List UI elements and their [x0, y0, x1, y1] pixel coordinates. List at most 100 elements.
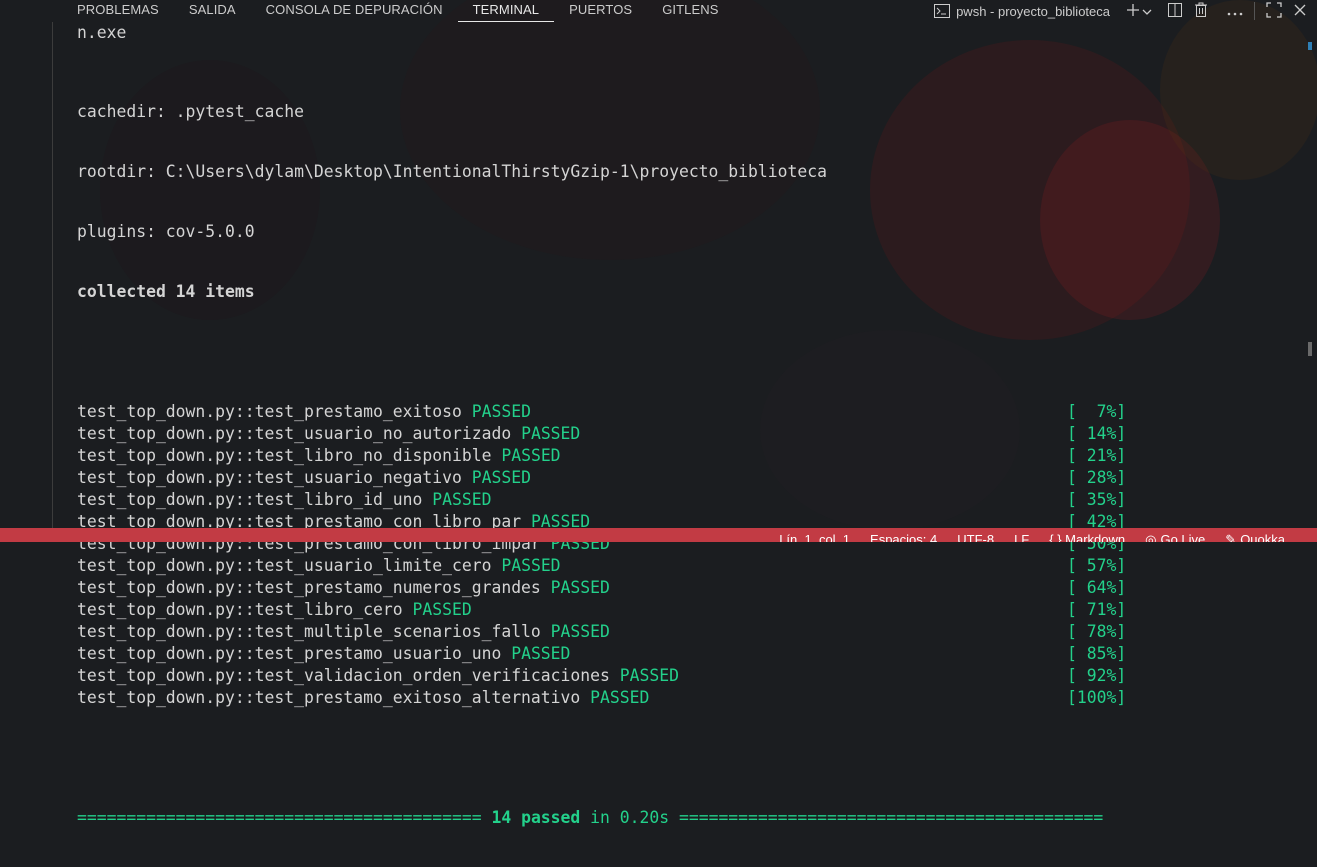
test-status: PASSED [550, 622, 610, 641]
collected-line: collected 14 items [77, 282, 255, 301]
more-actions-button[interactable] [1222, 0, 1248, 22]
test-result-row: test_top_down.py::test_validacion_orden_… [77, 665, 1126, 687]
test-status: PASSED [501, 446, 561, 465]
status-indentation[interactable]: Espacios: 4 [870, 529, 937, 542]
go-live-label: Go Live [1160, 532, 1206, 542]
quokka-label: Quokka [1240, 532, 1285, 542]
test-result-row: test_top_down.py::test_multiple_scenario… [77, 621, 1126, 643]
test-progress-percent: [ 28%] [1067, 468, 1127, 487]
terminal-output: n.exe cachedir: .pytest_cache rootdir: C… [77, 23, 1126, 867]
test-status: PASSED [471, 468, 531, 487]
status-language[interactable]: { } Markdown [1049, 529, 1125, 542]
test-name: test_top_down.py::test_prestamo_numeros_… [77, 578, 541, 597]
test-name: test_top_down.py::test_prestamo_exitoso_… [77, 688, 581, 707]
test-progress-percent: [100%] [1067, 688, 1127, 707]
chevron-down-icon [1142, 4, 1152, 19]
test-status: PASSED [432, 490, 492, 509]
test-result-row: test_top_down.py::test_libro_cero PASSED… [77, 599, 1126, 621]
terminal-selector[interactable]: pwsh - proyecto_biblioteca [934, 4, 1110, 19]
test-name: test_top_down.py::test_multiple_scenario… [77, 622, 541, 641]
tab-salida[interactable]: SALIDA [174, 0, 251, 22]
terminal-gutter-line [52, 22, 53, 528]
test-result-row: test_top_down.py::test_usuario_limite_ce… [77, 555, 1126, 577]
test-progress-percent: [ 71%] [1067, 600, 1127, 619]
test-progress-percent: [ 85%] [1067, 644, 1127, 663]
kill-terminal-button[interactable] [1188, 0, 1214, 22]
panel-actions: pwsh - proyecto_biblioteca [934, 0, 1317, 22]
status-cursor-position[interactable]: Lín. 1, col. 1 [779, 529, 850, 542]
summary-time: in 0.20s [580, 808, 679, 827]
test-status: PASSED [619, 666, 679, 685]
test-status: PASSED [511, 644, 571, 663]
test-result-row: test_top_down.py::test_prestamo_numeros_… [77, 577, 1126, 599]
panel-header: PROBLEMAS SALIDA CONSOLA DE DEPURACIÓN T… [0, 0, 1317, 22]
test-name: test_top_down.py::test_usuario_no_autori… [77, 424, 512, 443]
summary-line: ========================================… [77, 807, 1103, 829]
scrollbar-thumb[interactable] [1308, 342, 1312, 356]
output-line: plugins: cov-5.0.0 [77, 222, 255, 241]
maximize-panel-button[interactable] [1261, 0, 1287, 22]
tab-terminal[interactable]: TERMINAL [457, 0, 555, 22]
terminal-view[interactable]: n.exe cachedir: .pytest_cache rootdir: C… [0, 22, 1317, 827]
status-quokka[interactable]: ✎ Quokka [1225, 529, 1285, 542]
split-terminal-button[interactable] [1162, 0, 1188, 22]
terminal-icon [934, 4, 951, 18]
trash-icon [1194, 2, 1208, 21]
test-status: PASSED [412, 600, 472, 619]
test-status: PASSED [501, 556, 561, 575]
test-name: test_top_down.py::test_usuario_negativo [77, 468, 462, 487]
broadcast-icon: ◎ [1145, 532, 1157, 542]
panel-tabs: PROBLEMAS SALIDA CONSOLA DE DEPURACIÓN T… [77, 0, 734, 22]
summary-rule-right: ========================================… [678, 808, 1104, 827]
tab-consola-depuracion[interactable]: CONSOLA DE DEPURACIÓN [251, 0, 458, 22]
output-line: rootdir: C:\Users\dylam\Desktop\Intentio… [77, 162, 827, 181]
test-status: PASSED [550, 578, 610, 597]
close-panel-button[interactable] [1287, 0, 1313, 22]
test-progress-percent: [ 14%] [1067, 424, 1127, 443]
test-name: test_top_down.py::test_usuario_limite_ce… [77, 556, 492, 575]
test-status: PASSED [471, 402, 531, 421]
maximize-icon [1266, 1, 1282, 21]
test-name: test_top_down.py::test_prestamo_usuario_… [77, 644, 502, 663]
terminal-name: pwsh - proyecto_biblioteca [956, 3, 1110, 19]
tab-gitlens[interactable]: GITLENS [647, 0, 733, 22]
summary-rule-left: ========================================… [77, 808, 492, 827]
status-items: Lín. 1, col. 1 Espacios: 4 UTF-8 LF { } … [779, 529, 1285, 542]
quokka-icon: ✎ [1225, 532, 1237, 542]
test-result-row: test_top_down.py::test_prestamo_usuario_… [77, 643, 1126, 665]
summary-passed: 14 passed [491, 808, 581, 827]
test-progress-percent: [ 7%] [1067, 402, 1127, 421]
test-result-row: test_top_down.py::test_usuario_negativo … [77, 467, 1126, 489]
test-name: test_top_down.py::test_libro_id_uno [77, 490, 423, 509]
test-name: test_top_down.py::test_libro_cero [77, 600, 403, 619]
test-progress-percent: [ 78%] [1067, 622, 1127, 641]
scrollbar-marker [1308, 42, 1312, 50]
test-result-row: test_top_down.py::test_libro_id_uno PASS… [77, 489, 1126, 511]
terminal-dropdown-button[interactable] [1140, 0, 1154, 22]
more-icon [1227, 4, 1243, 19]
header-separator [1254, 2, 1255, 20]
tab-puertos[interactable]: PUERTOS [554, 0, 647, 22]
status-eol[interactable]: LF [1014, 529, 1029, 542]
test-status: PASSED [521, 424, 581, 443]
test-result-row: test_top_down.py::test_libro_no_disponib… [77, 445, 1126, 467]
status-go-live[interactable]: ◎ Go Live [1145, 529, 1205, 542]
test-progress-percent: [ 64%] [1067, 578, 1127, 597]
plus-icon [1126, 3, 1140, 20]
test-name: test_top_down.py::test_prestamo_exitoso [77, 402, 462, 421]
test-progress-percent: [ 57%] [1067, 556, 1127, 575]
test-progress-percent: [ 21%] [1067, 446, 1127, 465]
test-result-row: test_top_down.py::test_usuario_no_autori… [77, 423, 1126, 445]
test-status: PASSED [590, 688, 650, 707]
output-line: cachedir: .pytest_cache [77, 102, 304, 121]
test-result-row: test_top_down.py::test_prestamo_exitoso_… [77, 687, 1126, 709]
tab-problemas[interactable]: PROBLEMAS [77, 0, 174, 22]
test-name: test_top_down.py::test_libro_no_disponib… [77, 446, 492, 465]
test-progress-percent: [ 35%] [1067, 490, 1127, 509]
status-bar: Lín. 1, col. 1 Espacios: 4 UTF-8 LF { } … [0, 528, 1317, 542]
close-icon [1293, 3, 1307, 20]
test-result-row: test_top_down.py::test_prestamo_exitoso … [77, 401, 1126, 423]
status-encoding[interactable]: UTF-8 [957, 529, 994, 542]
